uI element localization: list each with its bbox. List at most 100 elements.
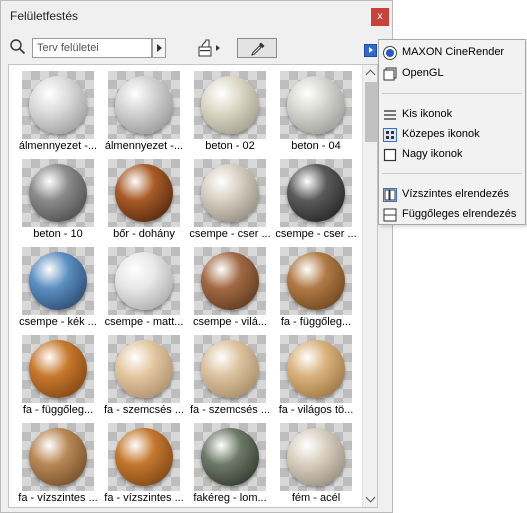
material-thumbnail xyxy=(194,335,266,403)
material-sphere-preview xyxy=(287,340,345,398)
material-thumbnail xyxy=(108,159,180,227)
menu-item-small-icons[interactable]: Kis ikonok xyxy=(379,105,525,125)
material-sphere-preview xyxy=(287,164,345,222)
material-label: fa - szemcsés ... xyxy=(189,404,271,416)
split-vertical-icon xyxy=(383,188,397,202)
material-label: bőr - dohány xyxy=(113,228,175,240)
material-sphere-preview xyxy=(29,428,87,486)
material-thumbnail xyxy=(108,335,180,403)
material-label: csempe - kék ... xyxy=(19,316,97,328)
toolbar xyxy=(1,35,392,61)
menu-item-vertical-layout[interactable]: Függőleges elrendezés xyxy=(379,205,525,225)
material-tile[interactable]: fa - vízszintes ... xyxy=(101,419,187,507)
material-label: csempe - vilá... xyxy=(193,316,267,328)
material-tile[interactable]: csempe - vilá... xyxy=(187,243,273,331)
material-sphere-preview xyxy=(29,340,87,398)
material-tile[interactable]: csempe - cser ... xyxy=(187,155,273,243)
material-tile[interactable]: beton - 02 xyxy=(187,67,273,155)
material-label: fa - vízszintes ... xyxy=(104,492,184,504)
material-tile[interactable]: fa - szemcsés ... xyxy=(187,331,273,419)
material-sphere-preview xyxy=(115,340,173,398)
close-button[interactable]: x xyxy=(371,8,389,26)
material-tile[interactable]: fakéreg - lom... xyxy=(187,419,273,507)
material-label: fa - világos tö... xyxy=(278,404,354,416)
material-tile[interactable]: fa - függőleg... xyxy=(15,331,101,419)
menu-item-label: OpenGL xyxy=(402,67,444,79)
search-options-arrow[interactable] xyxy=(152,38,166,58)
material-sphere-preview xyxy=(201,252,259,310)
material-tile[interactable]: beton - 04 xyxy=(273,67,359,155)
material-thumbnail xyxy=(22,247,94,315)
menu-separator xyxy=(382,93,522,94)
material-label: csempe - cser ... xyxy=(189,228,271,240)
menu-item-opengl[interactable]: OpenGL xyxy=(379,64,525,84)
menu-item-label: Függőleges elrendezés xyxy=(402,208,517,220)
material-tile[interactable]: fa - világos tö... xyxy=(273,331,359,419)
menu-item-label: Kis ikonok xyxy=(402,108,453,120)
eyedropper-button[interactable] xyxy=(237,38,277,58)
material-thumbnail xyxy=(194,71,266,139)
material-tile[interactable]: fa - vízszintes ... xyxy=(15,419,101,507)
material-sphere-preview xyxy=(115,164,173,222)
material-tile[interactable]: csempe - cser ... xyxy=(273,155,359,243)
menu-item-label: Közepes ikonok xyxy=(402,128,480,140)
material-grid-panel: álmennyezet -... álmennyezet -... beton - … xyxy=(8,64,378,508)
menu-item-label: Nagy ikonok xyxy=(402,148,463,160)
menu-item-label: MAXON CineRender xyxy=(402,46,505,58)
material-tile[interactable]: beton - 10 xyxy=(15,155,101,243)
menu-item-large-icons[interactable]: Nagy ikonok xyxy=(379,145,525,165)
material-sphere-preview xyxy=(201,428,259,486)
material-label: fakéreg - lom... xyxy=(193,492,267,504)
material-thumbnail xyxy=(22,335,94,403)
material-thumbnail xyxy=(280,247,352,315)
material-tile[interactable]: fa - függőleg... xyxy=(273,243,359,331)
menu-item-label: Vízszintes elrendezés xyxy=(402,188,509,200)
title-bar[interactable]: Felületfestés x xyxy=(1,1,392,31)
vertical-scrollbar[interactable] xyxy=(362,65,377,507)
surface-painter-palette: Felületfestés x álmennyezet -...álmennye… xyxy=(0,0,393,513)
large-icon-view-icon xyxy=(383,148,397,162)
list-view-icon xyxy=(384,110,396,120)
material-tile[interactable]: csempe - matt... xyxy=(101,243,187,331)
material-tile[interactable]: csempe - kék ... xyxy=(15,243,101,331)
material-tile[interactable]: bőr - dohány xyxy=(101,155,187,243)
options-popup-menu: MAXON CineRender OpenGL Kis ikonok Közep… xyxy=(378,39,526,225)
scroll-thumb[interactable] xyxy=(365,82,377,142)
menu-item-maxon-cinerender[interactable]: MAXON CineRender xyxy=(379,43,525,63)
menu-item-horizontal-layout[interactable]: Vízszintes elrendezés xyxy=(379,185,525,205)
menu-item-medium-icons[interactable]: Közepes ikonok xyxy=(379,125,525,145)
material-sphere-preview xyxy=(29,252,87,310)
material-thumbnail xyxy=(280,335,352,403)
material-sphere-preview xyxy=(287,252,345,310)
material-thumbnail xyxy=(22,71,94,139)
window-title: Felületfestés xyxy=(10,9,79,23)
material-thumbnail xyxy=(194,423,266,491)
paint-brush-icon[interactable] xyxy=(194,37,224,59)
material-label: beton - 02 xyxy=(205,140,255,152)
material-sphere-preview xyxy=(115,428,173,486)
material-label: fa - szemcsés ... xyxy=(103,404,185,416)
material-tile[interactable]: álmennyezet -... xyxy=(101,67,187,155)
material-thumbnail xyxy=(108,71,180,139)
options-menu-arrow[interactable] xyxy=(364,44,377,57)
material-tile[interactable]: fém - acél xyxy=(273,419,359,507)
material-sphere-preview xyxy=(29,164,87,222)
scroll-down-arrow[interactable] xyxy=(363,491,377,507)
material-label: álmennyezet -... xyxy=(104,140,184,152)
split-horizontal-icon xyxy=(383,208,397,222)
search-input[interactable] xyxy=(32,38,152,58)
material-label: fa - vízszintes ... xyxy=(18,492,98,504)
material-tile[interactable]: fa - szemcsés ... xyxy=(101,331,187,419)
scroll-up-arrow[interactable] xyxy=(363,65,377,81)
material-sphere-preview xyxy=(29,76,87,134)
menu-separator xyxy=(382,173,522,174)
search-icon[interactable] xyxy=(9,38,27,56)
opengl-window-icon xyxy=(383,67,397,81)
material-thumbnail xyxy=(194,247,266,315)
material-label: beton - 10 xyxy=(33,228,83,240)
material-thumbnail xyxy=(108,423,180,491)
grid-view-icon xyxy=(383,128,397,142)
material-tile[interactable]: álmennyezet -... xyxy=(15,67,101,155)
material-sphere-preview xyxy=(287,76,345,134)
material-thumbnail xyxy=(280,159,352,227)
